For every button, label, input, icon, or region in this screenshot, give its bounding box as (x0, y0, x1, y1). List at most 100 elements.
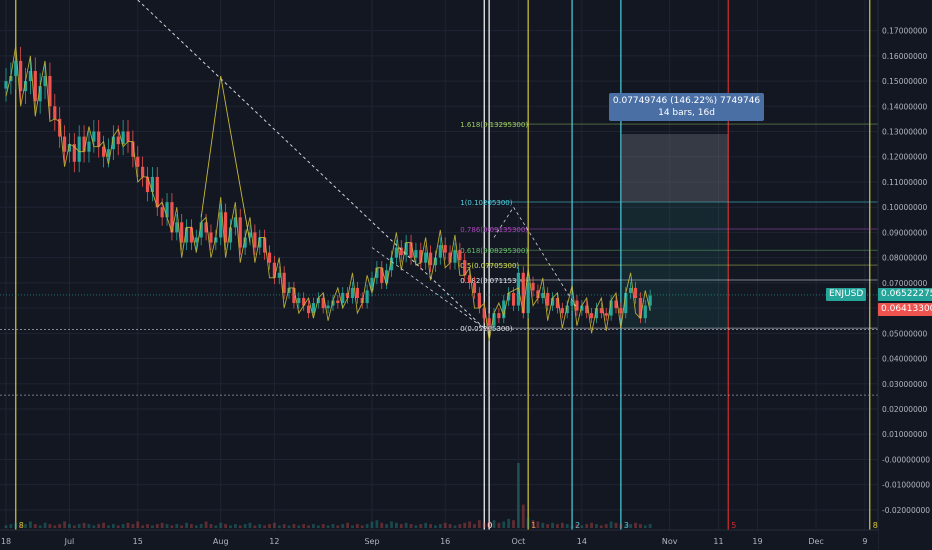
volume-bar (68, 524, 71, 528)
candle-body (4, 81, 8, 89)
volume-bar (224, 524, 227, 528)
volume-bar (629, 524, 633, 528)
price-chart[interactable]: 8012358 1.618(0.13295300)1(0.10205300)0.… (0, 0, 932, 550)
volume-bar (111, 524, 115, 528)
x-tick-label: 16 (440, 537, 450, 546)
fib-label: 1.618(0.13295300) (460, 121, 528, 129)
candle-body (560, 308, 564, 314)
x-tick-label: 19 (752, 537, 762, 546)
x-tick-label: Aug (213, 537, 229, 546)
volume-bar (595, 524, 598, 528)
volume-bar (136, 521, 140, 528)
y-tick-label: 0.08000000 (882, 254, 928, 263)
volume-bar (199, 524, 203, 528)
x-tick-label: Oct (511, 537, 525, 546)
volume-bar (190, 524, 193, 528)
y-tick-label: 0.17000000 (882, 27, 928, 36)
volume-bar (238, 525, 242, 528)
volume-bar (419, 524, 423, 528)
candle-body (116, 136, 120, 145)
volume-bar (33, 524, 37, 528)
volume-bar (346, 522, 349, 528)
prev-close-label: 0.06413300 (881, 303, 932, 314)
volume-bar (365, 524, 369, 528)
volume-bar (448, 524, 452, 528)
volume-bar (634, 522, 637, 528)
candle-body (77, 136, 81, 162)
x-tick-label: Dec (808, 537, 823, 546)
candle-body (336, 300, 340, 304)
candle-body (409, 242, 413, 258)
fib-label: 0.786(0.09135300) (460, 226, 528, 234)
candle-body (570, 300, 574, 306)
volume-bar (531, 520, 535, 528)
y-tick-label: -0.02000000 (882, 506, 930, 515)
candle-body (629, 287, 633, 293)
symbol-label: ENJUSD (829, 289, 864, 300)
measure-line-2: 14 bars, 16d (658, 108, 715, 119)
volume-bar (82, 522, 86, 528)
candle-body (238, 217, 242, 248)
measure-line-1: 0.07749746 (146.22%) 7749746 (612, 96, 761, 107)
volume-bar (570, 525, 574, 528)
volume-bar (155, 524, 159, 528)
candle-body (380, 267, 384, 283)
volume-bar (14, 522, 18, 528)
volume-bar (9, 524, 13, 528)
volume-bar (487, 521, 491, 528)
candle-body (97, 131, 101, 147)
candle-body (306, 305, 311, 314)
symbol-tag: ENJUSD (826, 288, 867, 302)
volume-bar (409, 524, 413, 528)
candle-body (619, 308, 623, 314)
volume-bar (58, 524, 62, 528)
volume-bar (580, 525, 584, 528)
volume-bar (565, 524, 569, 528)
prev-close-tag: 0.06413300 (878, 302, 932, 316)
volume-bar (443, 522, 447, 528)
candle-body (175, 222, 179, 233)
volume-bar (24, 524, 27, 528)
volume-bar (609, 521, 613, 528)
volume-bar (185, 522, 188, 528)
candle-body (472, 282, 477, 293)
candle-body (209, 232, 213, 243)
y-tick-label: 0.03000000 (882, 380, 928, 389)
volume-bar (277, 525, 281, 528)
volume-bar (380, 522, 384, 528)
measure-rectangle (620, 134, 729, 329)
last-price-label: 0.06522275 (881, 289, 932, 300)
volume-bar (326, 525, 330, 528)
volume-bar (146, 524, 149, 528)
volume-bar (536, 521, 540, 528)
candle-body (590, 313, 594, 319)
candle-body (160, 207, 164, 218)
candle-body (326, 305, 330, 309)
candle-body (224, 212, 228, 243)
volume-bar (102, 522, 105, 528)
volume-bar (360, 525, 364, 528)
last-price-tag: 0.06522275 (878, 288, 932, 302)
candle-body (53, 106, 57, 119)
volume-bar (604, 524, 608, 528)
y-tick-label: -0.00000000 (882, 455, 930, 464)
volume-bar (341, 524, 345, 528)
volume-bar (463, 522, 467, 528)
candle-body (194, 237, 198, 243)
volume-bar (233, 524, 237, 528)
volume-bar (297, 525, 301, 528)
price-axis[interactable]: 0.17000000 0.16000000 0.15000000 0.14000000… (877, 0, 932, 550)
candle-body (526, 282, 530, 314)
volume-bar (229, 525, 232, 528)
volume-bar (585, 524, 589, 528)
volume-bar (375, 520, 379, 528)
volume-bar (414, 525, 418, 528)
time-axis[interactable]: 18 Jul 15 Aug 12 Sep 16 Oct 14 Nov 11 19 Dec 9 (0, 529, 878, 550)
volume-bar (307, 525, 310, 528)
volume-bar (624, 525, 628, 528)
volume-bar (194, 525, 198, 528)
volume-bar (331, 524, 335, 528)
candle-body (541, 292, 545, 299)
volume-bar (399, 524, 403, 528)
volume-bar (209, 524, 213, 528)
